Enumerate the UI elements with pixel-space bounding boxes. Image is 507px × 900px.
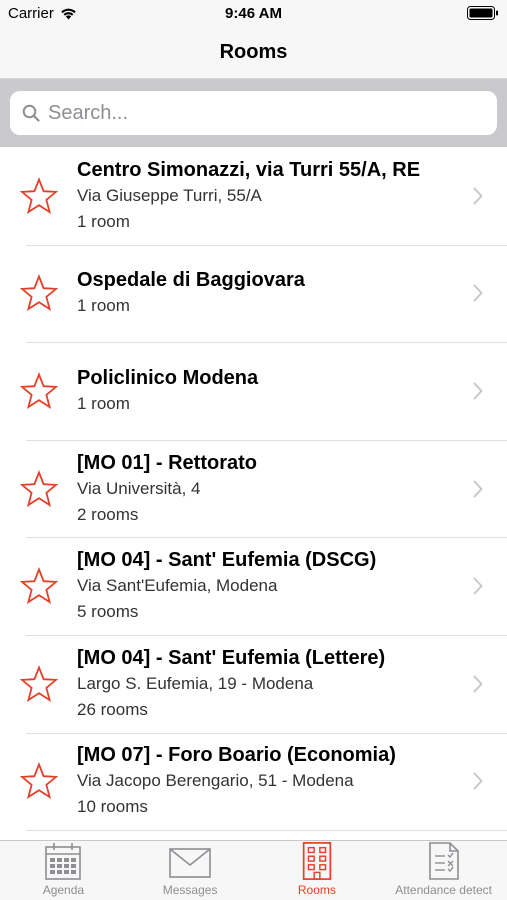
room-title: Policlinico Modena: [77, 366, 259, 389]
status-bar: Carrier 9:46 AM: [0, 0, 507, 26]
room-count: 5 rooms: [77, 602, 139, 622]
building-icon: [302, 842, 332, 880]
room-title: [MO 01] - Rettorato: [77, 451, 257, 474]
search-icon: [22, 104, 40, 122]
row-text: Ospedale di Baggiovara 1 room: [77, 267, 457, 319]
list-item[interactable]: [MO 07] - Foro Boario (Economia) Via Jac…: [0, 732, 507, 831]
chevron-right-icon: [473, 284, 483, 302]
room-address: Via Università, 4: [77, 478, 201, 498]
room-title: [MO 04] - Sant' Eufemia (DSCG): [77, 549, 377, 572]
star-icon[interactable]: [20, 567, 58, 605]
room-count: 10 rooms: [77, 797, 148, 817]
row-text: [MO 04] - Sant' Eufemia (DSCG) Via Sant'…: [77, 547, 457, 625]
chevron-right-icon: [473, 382, 483, 400]
room-title: [MO 04] - Sant' Eufemia (Lettere): [77, 646, 386, 669]
tab-label-rooms: Rooms: [297, 883, 336, 897]
star-icon[interactable]: [20, 274, 58, 312]
room-count: 26 rooms: [77, 699, 148, 719]
chevron-right-icon: [473, 187, 483, 205]
room-address: Via Sant'Eufemia, Modena: [77, 576, 278, 596]
room-title: Ospedale di Baggiovara: [77, 269, 305, 292]
tab-bar: Agenda Messages Rooms Attendance detect: [0, 840, 507, 900]
room-count: 2 rooms: [77, 504, 139, 524]
envelope-icon: [169, 848, 211, 878]
row-text: Centro Simonazzi, via Turri 55/A, RE Via…: [77, 157, 457, 235]
room-address: Via Jacopo Berengario, 51 - Modena: [77, 771, 354, 791]
row-text: [MO 01] - Rettorato Via Università, 4 2 …: [77, 450, 457, 528]
room-title: Centro Simonazzi, via Turri 55/A, RE: [77, 158, 421, 181]
star-icon[interactable]: [20, 372, 58, 410]
tab-label-messages: Messages: [162, 883, 218, 897]
list-item[interactable]: [MO 04] - Sant' Eufemia (DSCG) Via Sant'…: [0, 537, 507, 635]
tab-agenda[interactable]: Agenda: [0, 841, 127, 900]
list-item-partial[interactable]: [0, 830, 507, 840]
star-icon[interactable]: [20, 469, 58, 508]
battery-icon: [467, 6, 498, 20]
list-item[interactable]: [MO 01] - Rettorato Via Università, 4 2 …: [0, 439, 507, 538]
tab-attendance-detect[interactable]: Attendance detect: [380, 841, 507, 900]
tab-rooms[interactable]: Rooms: [254, 841, 381, 900]
search-bar: [0, 79, 507, 147]
row-text: [MO 04] - Sant' Eufemia (Lettere) Largo …: [77, 645, 457, 723]
room-count: 1 room: [77, 296, 130, 316]
chevron-right-icon: [473, 577, 483, 595]
list-item[interactable]: Centro Simonazzi, via Turri 55/A, RE Via…: [0, 147, 507, 245]
room-address: Via Giuseppe Turri, 55/A: [77, 185, 262, 205]
checklist-icon: [428, 842, 459, 880]
page-title: Rooms: [219, 41, 288, 63]
calendar-icon: [45, 843, 82, 880]
star-icon[interactable]: [20, 664, 58, 703]
list-item[interactable]: [MO 04] - Sant' Eufemia (Lettere) Largo …: [0, 634, 507, 733]
tab-label-attendance-detect: Attendance detect: [395, 883, 492, 897]
rooms-list: Centro Simonazzi, via Turri 55/A, RE Via…: [0, 147, 507, 840]
chevron-right-icon: [473, 675, 483, 693]
list-item[interactable]: Ospedale di Baggiovara 1 room: [0, 244, 507, 343]
room-count: 1 room: [77, 393, 130, 413]
chevron-right-icon: [473, 480, 483, 498]
star-icon[interactable]: [20, 176, 58, 215]
room-count: 1 room: [77, 211, 130, 231]
search-field[interactable]: [10, 91, 497, 135]
star-icon[interactable]: [20, 762, 58, 800]
search-input[interactable]: [48, 101, 468, 125]
row-text: Policlinico Modena 1 room: [77, 365, 457, 417]
room-address: Largo S. Eufemia, 19 - Modena: [77, 673, 314, 693]
room-title: [MO 07] - Foro Boario (Economia): [77, 744, 396, 767]
list-item[interactable]: Policlinico Modena 1 room: [0, 342, 507, 440]
tab-messages[interactable]: Messages: [127, 841, 254, 900]
chevron-right-icon: [473, 772, 483, 790]
status-time: 9:46 AM: [225, 5, 282, 22]
tab-label-agenda: Agenda: [42, 883, 85, 897]
navigation-bar: Rooms: [0, 26, 507, 79]
row-text: [MO 07] - Foro Boario (Economia) Via Jac…: [77, 742, 457, 820]
